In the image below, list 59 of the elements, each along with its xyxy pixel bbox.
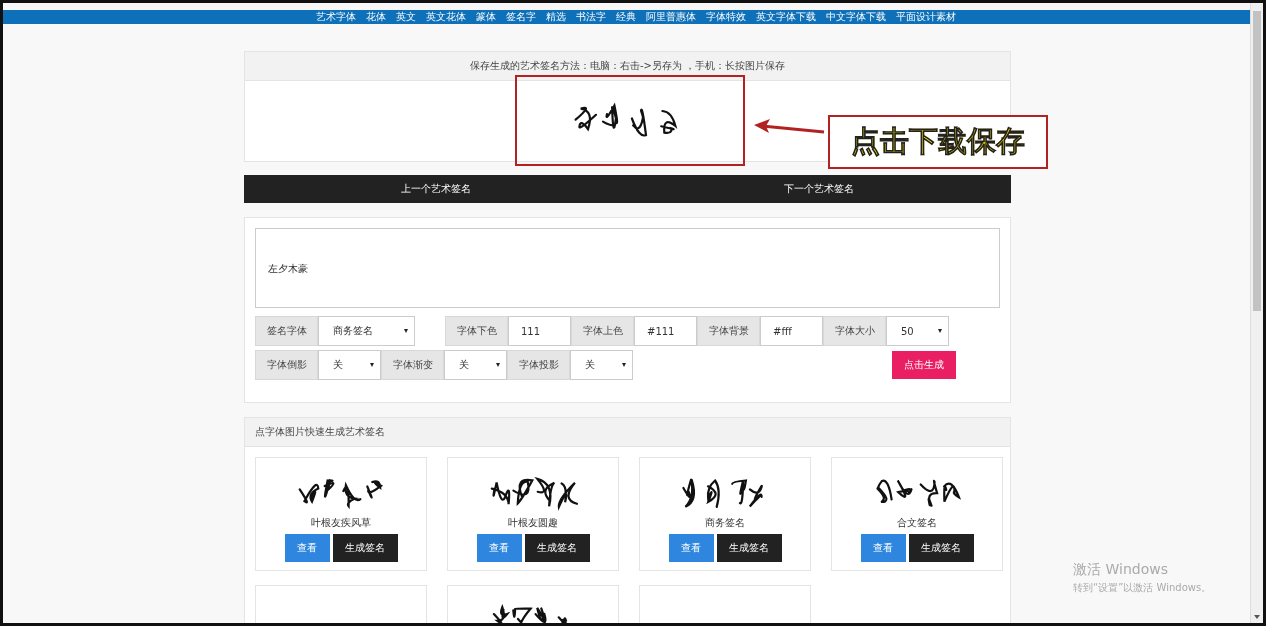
generate-signature-button[interactable]: 生成签名 <box>524 534 590 562</box>
caret-icon <box>370 363 374 367</box>
nav-link[interactable]: 经典 <box>615 10 636 24</box>
view-button[interactable]: 查看 <box>284 534 330 562</box>
generate-signature-button[interactable]: 生成签名 <box>716 534 782 562</box>
generate-signature-button[interactable]: 生成签名 <box>332 534 398 562</box>
field-label: 字体倒影 <box>255 350 318 380</box>
generate-signature-button[interactable]: 生成签名 <box>908 534 974 562</box>
text-field[interactable]: 左夕木豪 <box>255 228 1000 308</box>
dropdown[interactable]: 商务签名 <box>318 316 415 346</box>
next-link[interactable]: 下一个艺术签名 <box>627 175 1011 203</box>
callout-label: 点击下载保存 <box>828 115 1048 169</box>
dropdown[interactable]: 50 <box>886 316 949 346</box>
nav-link[interactable]: 字体特效 <box>705 10 746 24</box>
nav-link[interactable]: 阿里普惠体 <box>645 10 696 24</box>
caret-icon <box>404 329 408 333</box>
card-caption: 叶根友圆趣 <box>508 516 558 530</box>
nav-link[interactable]: 艺术字体 <box>315 10 356 24</box>
field-label: 字体投影 <box>507 350 570 380</box>
nav-link[interactable]: 英文字体下载 <box>755 10 816 24</box>
scrollbar-thumb[interactable] <box>1253 11 1261 311</box>
caret-icon <box>622 363 626 367</box>
input-field[interactable]: #fff <box>760 316 823 346</box>
caret-icon <box>496 363 500 367</box>
field-label: 字体下色 <box>445 316 508 346</box>
nav-link[interactable]: 平面设计素材 <box>895 10 956 24</box>
nav-link[interactable]: 签名字 <box>505 10 536 24</box>
view-button[interactable]: 查看 <box>860 534 906 562</box>
dropdown[interactable]: 关 <box>444 350 507 380</box>
caret-icon <box>938 329 942 333</box>
card-caption: 叶根友疾风草 <box>311 516 371 530</box>
save-hint: 保存生成的艺术签名方法：电脑：右击->另存为 ，手机：长按图片保存 <box>245 52 1010 81</box>
view-button[interactable]: 查看 <box>668 534 714 562</box>
dropdown[interactable]: 关 <box>318 350 381 380</box>
nav-link[interactable]: 英文 <box>395 10 416 24</box>
scrollbar[interactable] <box>1250 3 1263 623</box>
activation-text: 转到“设置”以激活 Windows。 <box>1073 581 1212 595</box>
field-label: 签名字体 <box>255 316 318 346</box>
nav-link[interactable]: 篆体 <box>475 10 496 24</box>
input-field[interactable]: #111 <box>634 316 697 346</box>
view-button[interactable]: 查看 <box>476 534 522 562</box>
scroll-down-icon[interactable] <box>1254 615 1260 619</box>
previous-link[interactable]: 上一个艺术签名 <box>244 175 628 203</box>
nav-link[interactable]: 精选 <box>545 10 566 24</box>
nav-link[interactable]: 英文花体 <box>425 10 466 24</box>
generate-button[interactable]: 点击生成 <box>892 351 956 379</box>
card-caption: 合文签名 <box>897 516 937 530</box>
activation-title: 激活 Windows <box>1073 561 1169 579</box>
dropdown[interactable]: 关 <box>570 350 633 380</box>
field-label: 字体渐变 <box>381 350 444 380</box>
field-label: 字体背景 <box>697 316 760 346</box>
gallery-title: 点字体图片快速生成艺术签名 <box>245 418 1010 447</box>
nav-link[interactable]: 书法字 <box>575 10 606 24</box>
field-label: 字体上色 <box>571 316 634 346</box>
nav-link[interactable]: 中文字体下载 <box>825 10 886 24</box>
nav-link[interactable]: 花体 <box>365 10 386 24</box>
input-field[interactable]: 111 <box>508 316 571 346</box>
field-label: 字体大小 <box>823 316 886 346</box>
card-caption: 商务签名 <box>705 516 745 530</box>
